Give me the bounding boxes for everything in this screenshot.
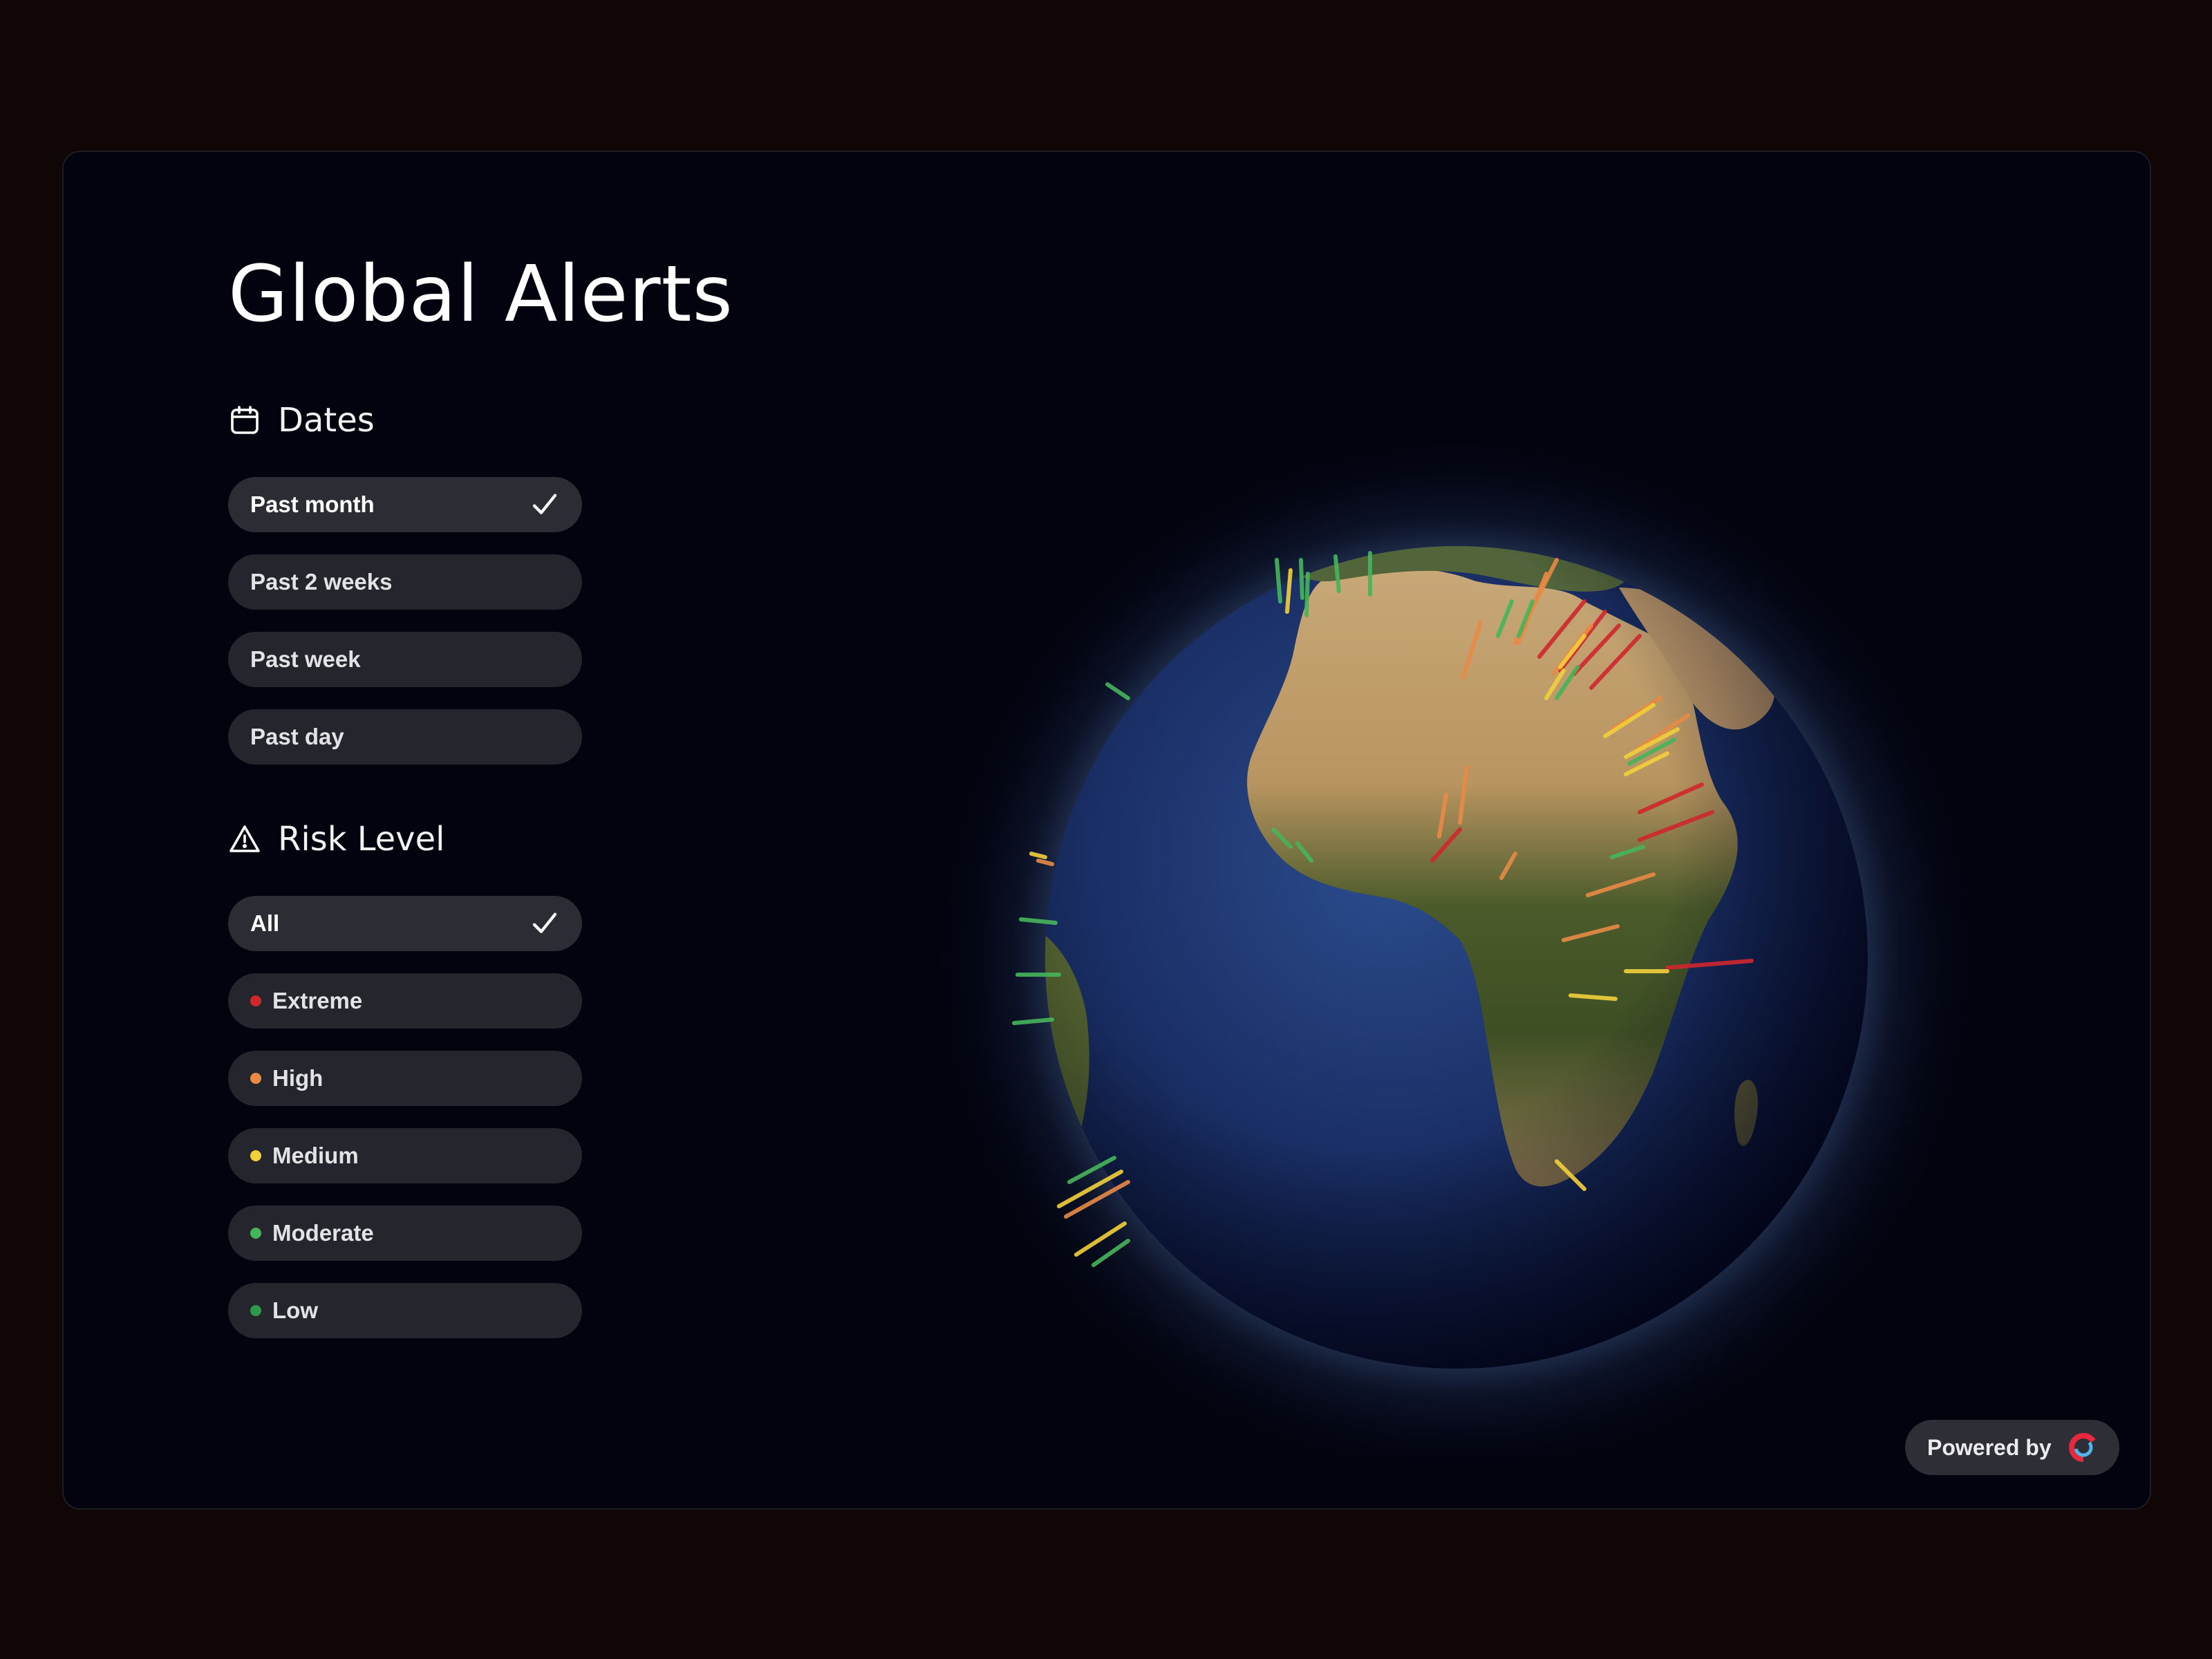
extreme-dot-icon: [250, 995, 261, 1006]
date-option-past-month[interactable]: Past month: [228, 477, 582, 532]
checkmark-icon: [532, 494, 557, 514]
globe-view[interactable]: [893, 353, 1999, 1483]
risk-level-heading: Risk Level: [228, 820, 444, 859]
alert-spike-icon[interactable]: [1304, 572, 1310, 617]
page-title: Global Alerts: [228, 250, 733, 339]
risk-option-medium[interactable]: Medium: [228, 1128, 582, 1183]
low-dot-icon: [250, 1305, 261, 1316]
moderate-dot-icon: [250, 1228, 261, 1239]
medium-dot-icon: [250, 1150, 261, 1161]
risk-option-label: High: [272, 1065, 324, 1091]
risk-option-label: Low: [272, 1297, 318, 1323]
risk-option-label: Extreme: [272, 988, 363, 1013]
risk-option-all[interactable]: All: [228, 896, 582, 951]
dates-heading: Dates: [228, 401, 375, 440]
risk-level-heading-label: Risk Level: [278, 820, 445, 859]
checkmark-icon: [532, 912, 557, 933]
date-option-past-week[interactable]: Past week: [228, 632, 582, 687]
global-alerts-panel: Global Alerts Dates Past month Past 2 we…: [62, 151, 2151, 1510]
dates-heading-label: Dates: [278, 401, 375, 440]
globe-graphic[interactable]: [893, 353, 1999, 1483]
ring-logo-icon: [2069, 1433, 2098, 1462]
powered-by-label: Powered by: [1927, 1434, 2052, 1460]
warning-icon: [229, 825, 260, 852]
date-option-past-2-weeks[interactable]: Past 2 weeks: [228, 554, 582, 610]
date-option-label: Past month: [250, 491, 375, 517]
calendar-icon: [231, 406, 259, 434]
high-dot-icon: [250, 1073, 261, 1084]
risk-option-low[interactable]: Low: [228, 1283, 582, 1338]
date-option-label: Past day: [250, 724, 344, 749]
risk-option-high[interactable]: High: [228, 1051, 582, 1106]
risk-option-moderate[interactable]: Moderate: [228, 1206, 582, 1261]
risk-option-label: All: [250, 910, 280, 936]
date-option-label: Past 2 weeks: [250, 569, 393, 594]
alert-spike-icon[interactable]: [1299, 558, 1304, 600]
date-option-past-day[interactable]: Past day: [228, 709, 582, 765]
risk-option-extreme[interactable]: Extreme: [228, 973, 582, 1029]
risk-option-label: Moderate: [272, 1220, 374, 1246]
powered-by-badge[interactable]: Powered by: [1905, 1420, 2119, 1475]
date-option-label: Past week: [250, 646, 361, 672]
risk-option-label: Medium: [272, 1143, 359, 1168]
